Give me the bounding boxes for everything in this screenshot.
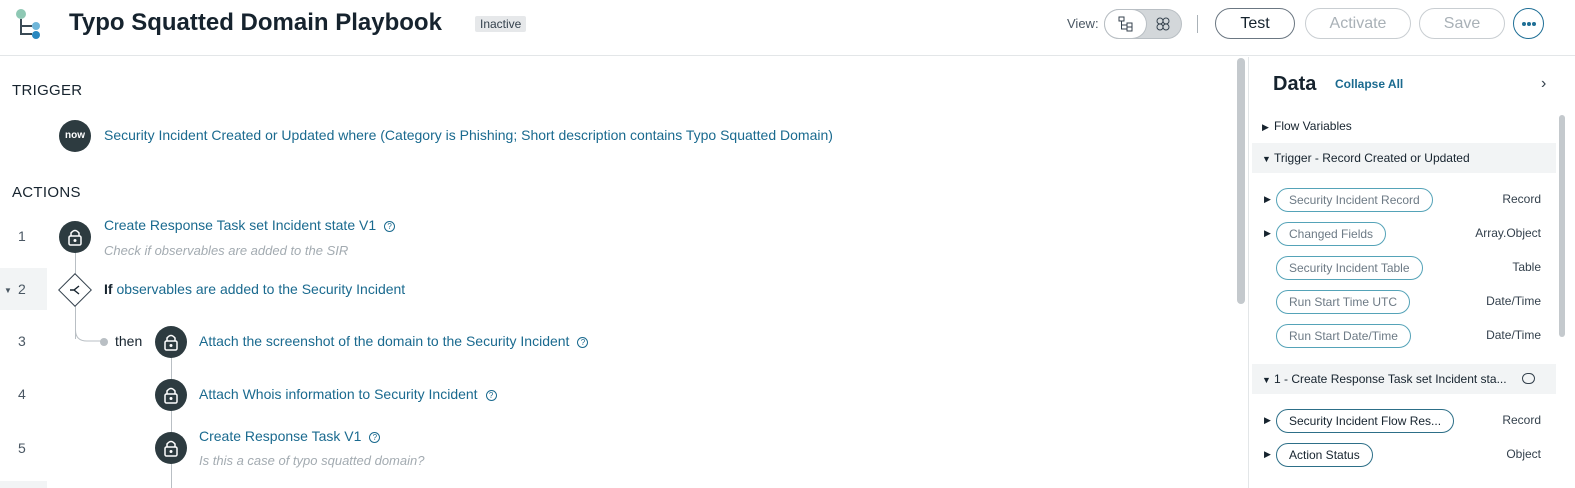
step-title-row: Create Response Task V1? (199, 428, 381, 446)
step-number: 3 (18, 333, 26, 349)
lock-icon (164, 334, 178, 351)
step-annotation: Check if observables are added to the SI… (104, 243, 349, 258)
data-pill-type: Object (1506, 447, 1541, 461)
view-label: View: (1067, 16, 1099, 31)
help-icon[interactable]: ? (577, 337, 589, 348)
diagram-view-icon[interactable] (1155, 16, 1171, 32)
row-gutter (0, 481, 47, 488)
caret-right-icon[interactable]: ▶ (1264, 449, 1271, 460)
step-title-link[interactable]: Create Response Task set Incident state … (104, 217, 376, 233)
then-label: then (115, 333, 143, 349)
flow-canvas: TRIGGER now Security Incident Created or… (0, 57, 1233, 488)
save-button[interactable]: Save (1419, 8, 1505, 39)
test-button[interactable]: Test (1215, 8, 1295, 39)
data-pill-type: Array.Object (1475, 226, 1541, 240)
data-group-label: Flow Variables (1274, 119, 1352, 133)
caret-right-icon[interactable]: ▶ (1264, 194, 1271, 205)
data-group-label: 1 - Create Response Task set Incident st… (1274, 372, 1507, 386)
caret-right-icon[interactable]: ▶ (1264, 415, 1271, 426)
data-pill-type: Date/Time (1486, 294, 1541, 308)
data-group-label: Trigger - Record Created or Updated (1274, 151, 1470, 165)
more-options-button[interactable] (1513, 8, 1544, 39)
help-icon[interactable]: ? (384, 221, 396, 232)
status-badge: Inactive (475, 16, 527, 32)
lock-icon (164, 387, 178, 404)
data-pill[interactable]: Security Incident Flow Res... (1276, 409, 1455, 433)
step-title-row: Attach Whois information to Security Inc… (199, 386, 497, 404)
data-pill-type: Table (1512, 260, 1541, 274)
caret-right-icon[interactable]: ▶ (1264, 228, 1271, 239)
if-keyword: If (104, 281, 113, 297)
data-pill[interactable]: Security Incident Table (1276, 256, 1423, 280)
caret-down-icon: ▼ (1262, 375, 1271, 385)
step-title-row: Attach the screenshot of the domain to t… (199, 333, 589, 351)
activate-button[interactable]: Activate (1305, 8, 1411, 39)
action-icon (155, 326, 187, 358)
view-toggle[interactable] (1104, 9, 1182, 39)
now-trigger-icon: now (59, 120, 91, 152)
branch-connector (171, 357, 172, 488)
if-condition-link[interactable]: observables are added to the Security In… (116, 281, 405, 297)
data-group-flow-variables[interactable]: ▶ Flow Variables (1252, 111, 1556, 141)
data-pill-type: Record (1502, 413, 1541, 427)
step-number: 2 (18, 281, 26, 297)
data-panel-title: Data (1273, 73, 1317, 95)
data-pill[interactable]: Action Status (1276, 443, 1373, 467)
branch-elbow (75, 302, 105, 342)
caret-down-icon: ▼ (1262, 154, 1271, 164)
page-title: Typo Squatted Domain Playbook (69, 9, 442, 36)
step-number: 1 (18, 228, 26, 244)
step-title-link[interactable]: Attach the screenshot of the domain to t… (199, 333, 569, 349)
collapse-all-link[interactable]: Collapse All (1335, 77, 1403, 91)
data-group-trigger[interactable]: ▼ Trigger - Record Created or Updated (1252, 143, 1556, 173)
step-number: 5 (18, 440, 26, 456)
branch-dot (100, 338, 108, 346)
help-icon[interactable]: ? (485, 390, 497, 401)
step-annotation: Is this a case of typo squatted domain? (199, 453, 425, 468)
app-header: Typo Squatted Domain Playbook Inactive V… (0, 0, 1575, 56)
action-icon (155, 432, 187, 464)
lock-icon (68, 229, 82, 246)
action-icon (59, 221, 91, 253)
trigger-description-link[interactable]: Security Incident Created or Updated whe… (104, 127, 833, 143)
chevron-right-icon[interactable]: › (1541, 75, 1546, 93)
action-icon (155, 379, 187, 411)
data-panel-scrollbar[interactable] (1559, 115, 1565, 337)
header-divider (1197, 15, 1198, 33)
collapse-caret-icon[interactable]: ▼ (4, 286, 12, 295)
actions-heading: ACTIONS (12, 184, 81, 201)
data-pill[interactable]: Run Start Date/Time (1276, 324, 1411, 348)
data-group-step-1[interactable]: ▼ 1 - Create Response Task set Incident s… (1252, 364, 1556, 394)
tree-view-icon[interactable] (1118, 16, 1134, 32)
data-pill[interactable]: Run Start Time UTC (1276, 290, 1411, 314)
help-icon[interactable]: ? (369, 432, 381, 443)
data-pill[interactable]: Security Incident Record (1276, 188, 1433, 212)
step-title-row: Create Response Task set Incident state … (104, 217, 396, 235)
data-pill-type: Record (1502, 192, 1541, 206)
canvas-scrollbar[interactable] (1237, 58, 1245, 304)
branch-icon (70, 285, 80, 295)
if-condition-row: If observables are added to the Security… (104, 281, 405, 297)
step-number: 4 (18, 386, 26, 402)
flow-designer-logo-icon (16, 9, 40, 39)
caret-right-icon: ▶ (1262, 122, 1269, 132)
lock-icon (164, 440, 178, 457)
step-title-link[interactable]: Create Response Task V1 (199, 428, 361, 444)
data-panel: Data Collapse All › ▶ Flow Variables ▼ Tri… (1248, 57, 1575, 488)
data-pill[interactable]: Changed Fields (1276, 222, 1387, 246)
trigger-heading: TRIGGER (12, 82, 83, 99)
comment-icon[interactable] (1522, 373, 1535, 384)
data-pill-type: Date/Time (1486, 328, 1541, 342)
step-title-link[interactable]: Attach Whois information to Security Inc… (199, 386, 478, 402)
